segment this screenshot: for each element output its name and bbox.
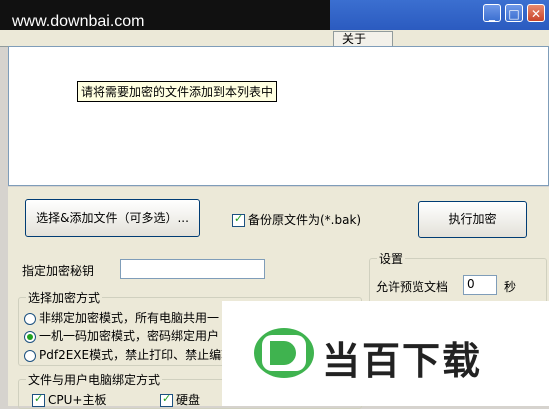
mode-option-label: 一机一码加密模式，密码绑定用户 (39, 329, 220, 343)
tab-bar (0, 30, 549, 47)
key-label: 指定加密秘钥 (22, 264, 95, 278)
mode-radio-unbound[interactable] (24, 312, 36, 325)
mode-radio-pdf2exe[interactable] (24, 349, 36, 362)
backup-label: 备份原文件为(*.bak) (248, 213, 362, 227)
mode-legend: 选择加密方式 (26, 289, 103, 306)
binding-disk-label: 硬盘 (176, 393, 201, 407)
select-add-files-button[interactable]: 选择&添加文件（可多选）... (25, 199, 200, 237)
mode-option-label: 非绑定加密模式，所有电脑共用一 (39, 311, 220, 325)
close-button[interactable]: ✕ (527, 4, 545, 22)
settings-legend: 设置 (377, 250, 406, 267)
backup-option[interactable]: 备份原文件为(*.bak) (232, 211, 361, 228)
key-input[interactable] (120, 259, 265, 279)
minimize-button[interactable]: _ (483, 4, 501, 22)
binding-cpu-label: CPU+主板 (48, 393, 107, 407)
binding-disk-checkbox[interactable] (160, 392, 173, 407)
mode-option-label: Pdf2EXE模式，禁止打印、禁止编辑 (39, 348, 234, 362)
preview-seconds-input[interactable]: 0 (463, 275, 497, 295)
preview-label: 允许预览文档 (376, 280, 449, 294)
file-list-tooltip: 请将需要加密的文件添加到本列表中 (77, 81, 278, 102)
binding-legend: 文件与用户电脑绑定方式 (26, 371, 163, 388)
binding-cpu-checkbox[interactable] (32, 392, 45, 407)
backup-checkbox[interactable] (232, 212, 245, 227)
maximize-button[interactable]: □ (505, 4, 523, 22)
mode-option-machine[interactable]: 一机一码加密模式，密码绑定用户 (24, 327, 219, 344)
mode-option-pdf2exe[interactable]: Pdf2EXE模式，禁止打印、禁止编辑 (24, 346, 233, 363)
logo-d-inner-shape (270, 341, 296, 365)
mode-option-unbound[interactable]: 非绑定加密模式，所有电脑共用一 (24, 309, 219, 326)
preview-unit: 秒 (504, 280, 517, 294)
execute-encrypt-button[interactable]: 执行加密 (418, 201, 527, 238)
binding-cpu-option[interactable]: CPU+主板 (32, 391, 106, 408)
file-list[interactable] (8, 46, 549, 186)
watermark-logo-text: 当百下载 (322, 339, 483, 383)
binding-disk-option[interactable]: 硬盘 (160, 391, 200, 408)
mode-radio-machine[interactable] (24, 330, 36, 343)
tab-about[interactable]: 关于 (333, 31, 393, 46)
